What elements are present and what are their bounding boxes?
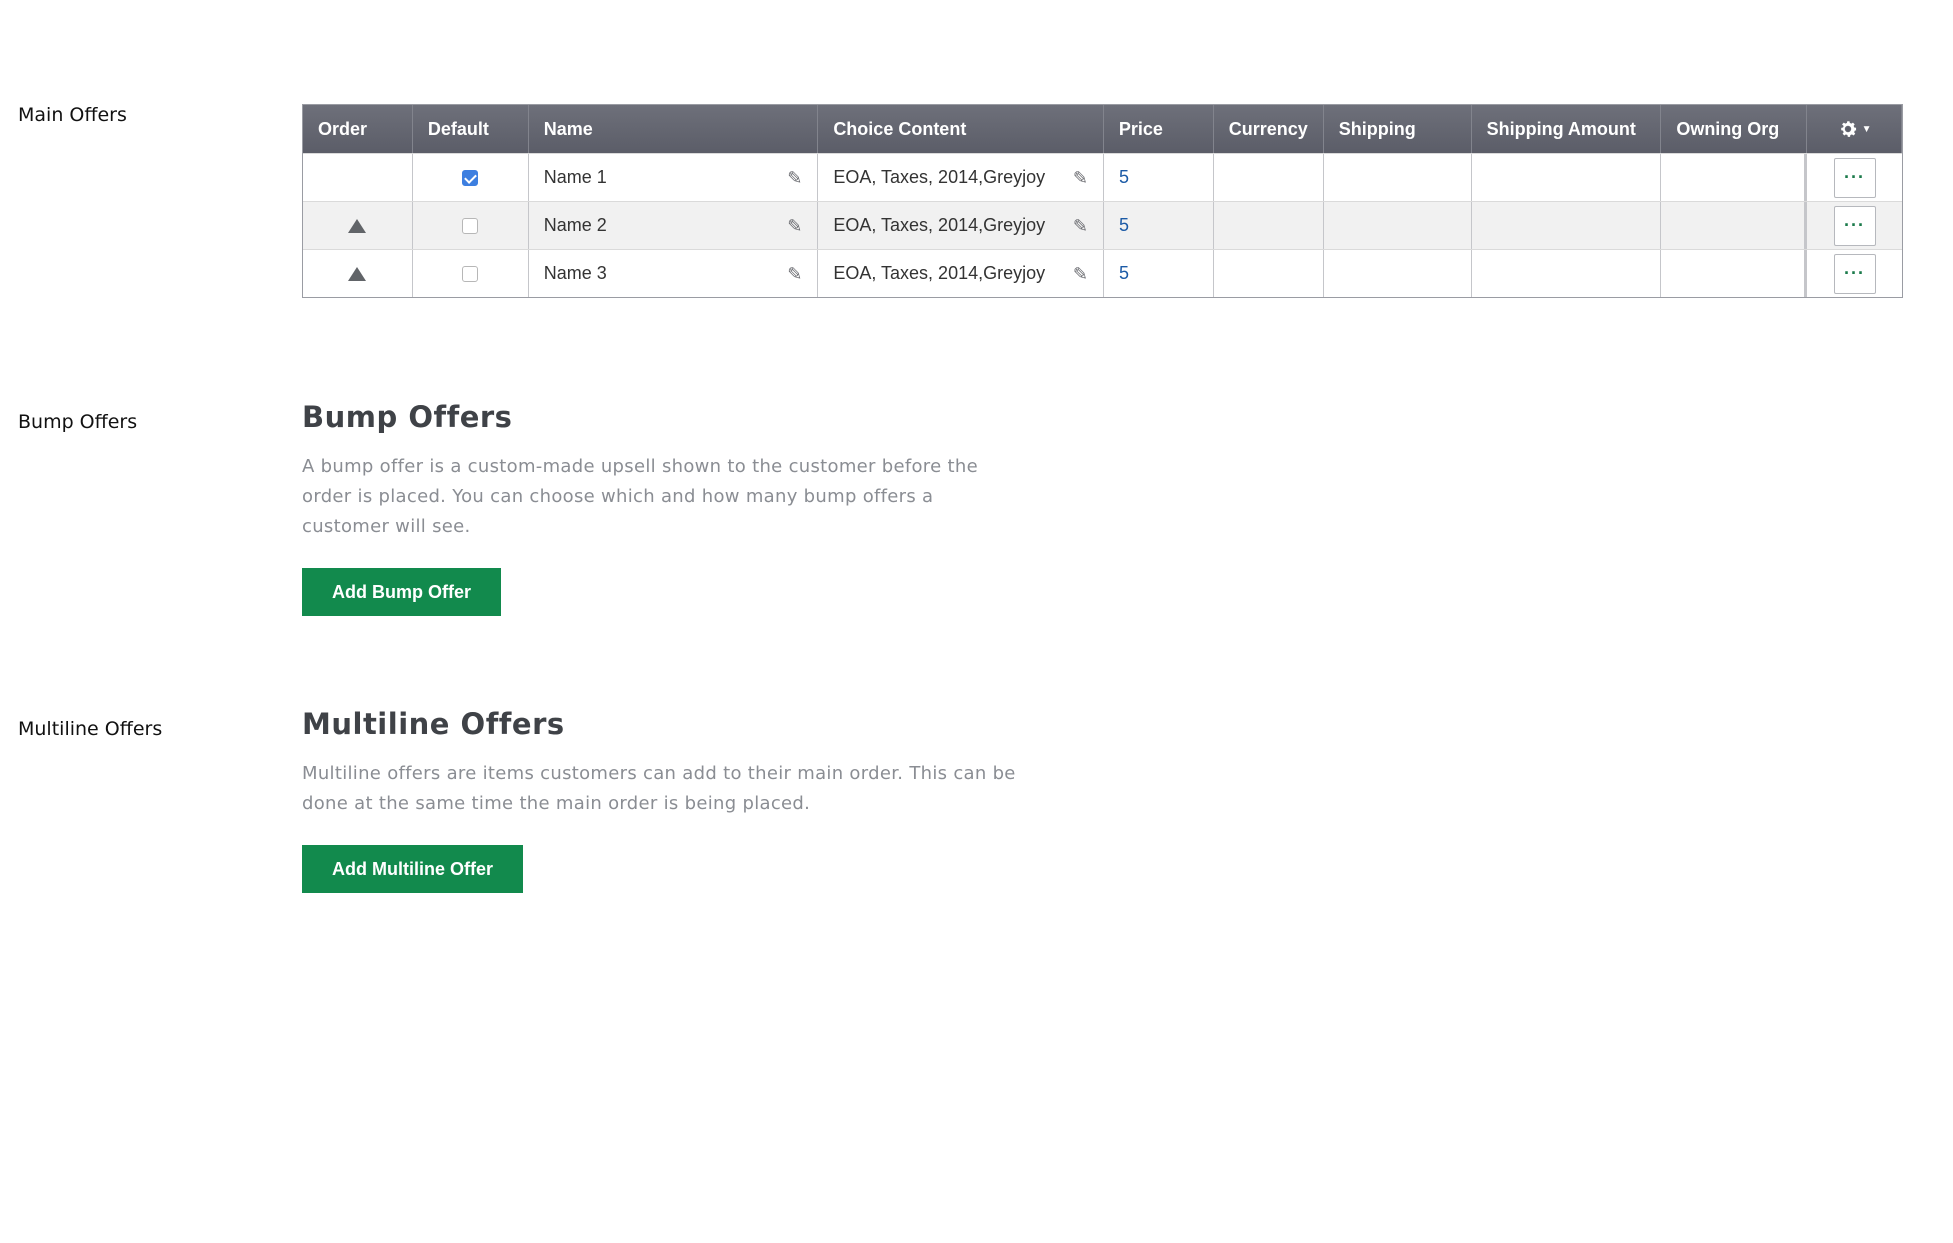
shipping-amount-cell: [1472, 250, 1662, 297]
row-price: 5: [1118, 215, 1129, 235]
pencil-icon[interactable]: ✎: [787, 265, 802, 283]
header-order[interactable]: Order: [303, 105, 413, 153]
choice-cell: EOA, Taxes, 2014,Greyjoy ✎: [818, 202, 1104, 249]
actions-cell: ···: [1807, 154, 1902, 201]
bump-offers-description: A bump offer is a custom-made upsell sho…: [302, 456, 978, 537]
actions-cell: ···: [1807, 250, 1902, 297]
choice-cell: EOA, Taxes, 2014,Greyjoy ✎: [818, 154, 1104, 201]
row-price: 5: [1118, 167, 1129, 187]
name-cell: Name 1 ✎: [529, 154, 819, 201]
row-name: Name 3: [543, 263, 607, 283]
order-cell: [303, 250, 413, 297]
currency-cell: [1214, 154, 1324, 201]
shipping-amount-cell: [1472, 154, 1662, 201]
row-choice-content: EOA, Taxes, 2014,Greyjoy: [833, 263, 1046, 283]
multiline-offers-section: Multiline Offers Multiline offers are it…: [302, 707, 1022, 893]
actions-cell: ···: [1807, 202, 1902, 249]
name-cell: Name 2 ✎: [529, 202, 819, 249]
default-cell: [413, 154, 529, 201]
table-row: Name 1 ✎ EOA, Taxes, 2014,Greyjoy ✎ 5 ··…: [303, 153, 1902, 201]
pencil-icon[interactable]: ✎: [787, 169, 802, 187]
shipping-amount-cell: [1472, 202, 1662, 249]
default-cell: [413, 250, 529, 297]
bump-offers-label: Bump Offers: [18, 411, 138, 433]
default-checkbox[interactable]: [462, 217, 479, 234]
default-checkbox[interactable]: [462, 169, 479, 186]
multiline-offers-label: Multiline Offers: [18, 718, 163, 740]
shipping-cell: [1324, 250, 1472, 297]
price-cell: 5: [1104, 202, 1214, 249]
row-choice-content: EOA, Taxes, 2014,Greyjoy: [833, 167, 1046, 187]
more-actions-button[interactable]: ···: [1833, 253, 1876, 294]
add-bump-offer-button[interactable]: Add Bump Offer: [302, 568, 501, 616]
header-shipping[interactable]: Shipping: [1324, 105, 1472, 153]
multiline-offers-description: Multiline offers are items customers can…: [302, 763, 1016, 814]
header-choice-content[interactable]: Choice Content: [818, 105, 1104, 153]
chevron-down-icon: ▼: [1861, 123, 1872, 135]
pencil-icon[interactable]: ✎: [1073, 169, 1088, 187]
row-choice-content: EOA, Taxes, 2014,Greyjoy: [833, 215, 1046, 235]
main-offers-label: Main Offers: [18, 104, 127, 126]
bump-offers-section: Bump Offers A bump offer is a custom-mad…: [302, 400, 1022, 616]
owning-org-cell: [1661, 250, 1808, 297]
row-name: Name 2: [543, 215, 607, 235]
default-checkbox[interactable]: [462, 265, 479, 282]
main-offers-table: Order Default Name Choice Content Price …: [302, 104, 1903, 298]
header-shipping-amount[interactable]: Shipping Amount: [1472, 105, 1662, 153]
move-up-icon[interactable]: [348, 218, 367, 233]
bump-offers-title: Bump Offers: [302, 400, 513, 434]
row-price: 5: [1118, 263, 1129, 283]
order-cell: [303, 154, 413, 201]
order-cell: [303, 202, 413, 249]
price-cell: 5: [1104, 154, 1214, 201]
shipping-cell: [1324, 154, 1472, 201]
table-row: Name 2 ✎ EOA, Taxes, 2014,Greyjoy ✎ 5 ··…: [303, 201, 1902, 249]
pencil-icon[interactable]: ✎: [1073, 217, 1088, 235]
gear-icon: [1840, 121, 1857, 137]
more-actions-button[interactable]: ···: [1833, 157, 1876, 198]
column-settings-button[interactable]: ▼: [1807, 105, 1903, 153]
owning-org-cell: [1661, 154, 1808, 201]
owning-org-cell: [1661, 202, 1808, 249]
choice-cell: EOA, Taxes, 2014,Greyjoy ✎: [818, 250, 1104, 297]
multiline-offers-title: Multiline Offers: [302, 707, 565, 741]
move-up-icon[interactable]: [348, 266, 367, 281]
price-cell: 5: [1104, 250, 1214, 297]
row-name: Name 1: [543, 167, 607, 187]
header-name[interactable]: Name: [529, 105, 819, 153]
shipping-cell: [1324, 202, 1472, 249]
header-price[interactable]: Price: [1104, 105, 1214, 153]
pencil-icon[interactable]: ✎: [1073, 265, 1088, 283]
table-row: Name 3 ✎ EOA, Taxes, 2014,Greyjoy ✎ 5 ··…: [303, 249, 1902, 297]
table-header: Order Default Name Choice Content Price …: [303, 105, 1903, 153]
name-cell: Name 3 ✎: [529, 250, 819, 297]
header-default[interactable]: Default: [413, 105, 529, 153]
default-cell: [413, 202, 529, 249]
add-multiline-offer-button[interactable]: Add Multiline Offer: [302, 845, 523, 893]
more-actions-button[interactable]: ···: [1833, 205, 1876, 246]
currency-cell: [1214, 202, 1324, 249]
pencil-icon[interactable]: ✎: [787, 217, 802, 235]
currency-cell: [1214, 250, 1324, 297]
header-currency[interactable]: Currency: [1214, 105, 1324, 153]
header-owning-org[interactable]: Owning Org: [1661, 105, 1808, 153]
